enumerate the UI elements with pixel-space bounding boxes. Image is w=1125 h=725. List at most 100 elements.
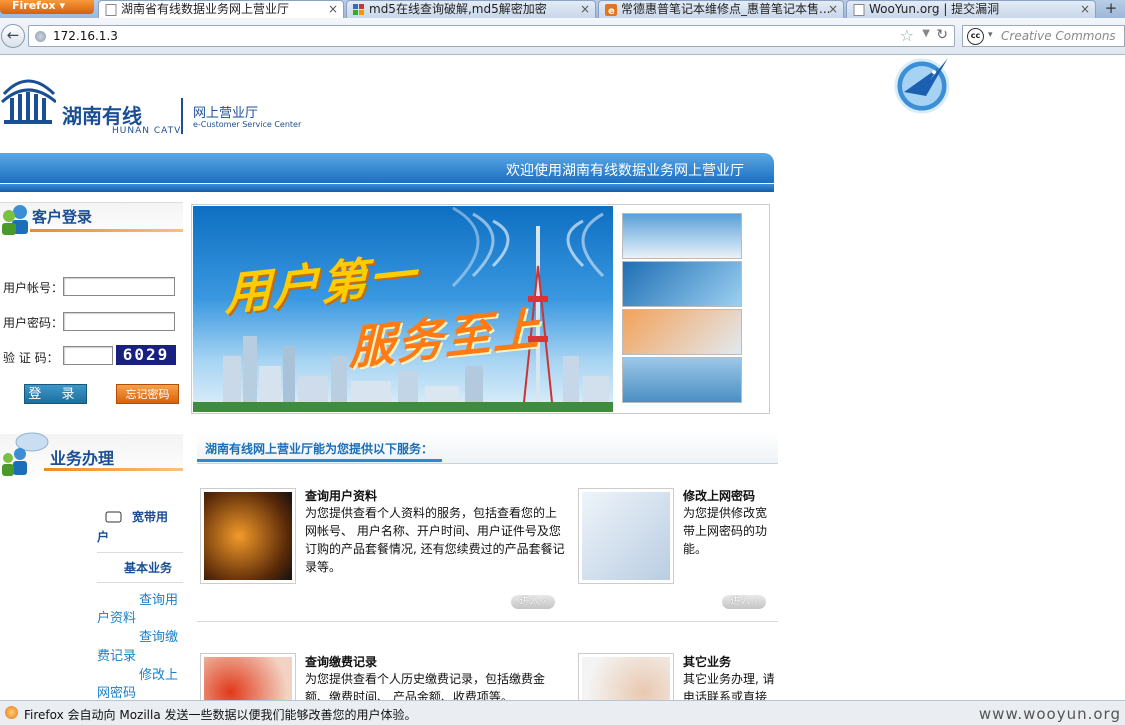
thumbnail-image[interactable] <box>622 309 742 355</box>
broadband-icon <box>105 511 122 524</box>
firefox-icon <box>5 706 18 719</box>
captcha-image[interactable]: 6029 <box>116 345 176 365</box>
business-title-underline <box>44 468 183 471</box>
services-divider <box>197 621 778 622</box>
service-title-user-info[interactable]: 查询用户资料 <box>305 487 377 504</box>
service-title-payment[interactable]: 查询缴费记录 <box>305 653 377 670</box>
welcome-band-strip <box>0 184 774 192</box>
firefox-menu-button[interactable]: Firefox ▾ <box>0 0 94 14</box>
link-query-user-info[interactable]: 查询用 <box>139 591 178 610</box>
grid-icon <box>353 4 365 16</box>
service-center-title-en: e-Customer Service Center <box>193 120 302 129</box>
welcome-text: 欢迎使用湖南有线数据业务网上营业厅 <box>506 163 744 179</box>
service-center-title: 网上营业厅 <box>193 106 259 121</box>
status-message: Firefox 会自动向 Mozilla 发送一些数据以便我们能够改善您的用户体… <box>24 708 417 722</box>
service-desc-user-info: 为您提供查看个人资料的服务，包括查看您的上网帐号、 用户名称、开户时间、用户证件… <box>305 506 565 574</box>
broadband-heading-wrap: 户 <box>97 530 110 544</box>
thumbnail-image[interactable] <box>622 213 742 259</box>
service-image-change-password <box>578 488 674 584</box>
url-bar[interactable]: 172.16.1.3 ☆ ▼ ↻ <box>28 25 955 47</box>
welcome-banner: 欢迎使用湖南有线数据业务网上营业厅 <box>0 153 774 196</box>
hunan-catv-logo <box>0 74 57 130</box>
broadband-heading: 宽带用 <box>132 510 169 524</box>
divider <box>97 582 183 583</box>
url-text[interactable]: 172.16.1.3 <box>53 29 118 43</box>
globe-icon <box>35 31 46 42</box>
tab-md5[interactable]: md5在线查询破解,md5解密加密 × <box>346 0 596 18</box>
header-divider <box>181 98 183 134</box>
bird-badge-icon <box>888 56 956 114</box>
ie-icon: e <box>605 4 617 17</box>
services-header-text: 湖南有线网上营业厅能为您提供以下服务： <box>205 442 434 456</box>
service-title-other[interactable]: 其它业务 <box>683 653 731 670</box>
bookmark-star-icon[interactable]: ☆ <box>900 26 914 45</box>
link-query-payment-wrap[interactable]: 费记录 <box>97 647 136 666</box>
service-image-other <box>578 653 674 700</box>
status-bar: Firefox 会自动向 Mozilla 发送一些数据以便我们能够改善您的用户体… <box>0 700 1125 725</box>
close-icon[interactable]: × <box>1080 1 1090 17</box>
brand-name-en: HUNAN CATV <box>112 126 182 136</box>
service-desc-change-password: 为您提供修改宽带上网密码的功能。 <box>683 506 768 556</box>
password-label: 用户密码： <box>3 316 64 330</box>
brand-name: 湖南有线 <box>62 104 142 128</box>
tab-strip: Firefox ▾ 湖南省有线数据业务网上营业厅 × md5在线查询破解,md5… <box>0 0 1125 18</box>
tab-hp-repair[interactable]: e 常德惠普笔记本维修点_惠普笔记本售... × <box>598 0 844 18</box>
reload-icon[interactable]: ↻ <box>936 27 948 43</box>
close-icon[interactable]: × <box>580 1 590 17</box>
firefox-menu-label: Firefox <box>12 0 56 12</box>
banner-thumbnails <box>622 213 742 405</box>
login-title: 客户登录 <box>32 208 93 226</box>
arrow-right-icon: › <box>753 596 758 607</box>
login-button[interactable]: 登 录 <box>24 384 87 404</box>
password-input[interactable] <box>63 312 175 331</box>
page-icon <box>105 4 117 16</box>
back-button[interactable]: ← <box>1 24 25 48</box>
business-title: 业务办理 <box>50 449 115 468</box>
service-image-user-info <box>200 488 296 584</box>
basic-business-heading: 基本业务 <box>124 561 173 575</box>
enter-label: 进入 <box>730 596 751 607</box>
page-content: 湖南有线 HUNAN CATV 网上营业厅 e-Customer Service… <box>0 56 1125 700</box>
captcha-input[interactable] <box>63 346 113 365</box>
users-icon <box>0 202 32 236</box>
tab-label: WooYun.org | 提交漏洞 <box>869 2 1000 16</box>
link-change-password[interactable]: 修改上 <box>139 666 178 685</box>
search-box[interactable]: cc ▾ Creative Commons <box>962 25 1125 47</box>
thumbnail-image[interactable] <box>622 357 742 403</box>
enter-button-change-password[interactable]: 进入 › <box>722 595 766 609</box>
close-icon[interactable]: × <box>828 1 838 17</box>
close-icon[interactable]: × <box>328 1 338 17</box>
history-dropdown-icon[interactable]: ▼ <box>922 28 930 39</box>
thumbnail-image[interactable] <box>622 261 742 307</box>
watermark: www.wooyun.org <box>978 705 1121 723</box>
service-desc-payment: 为您提供查看个人历史缴费记录，包括缴费金额、缴费时间、 产品金额、收费项等。 <box>305 672 546 700</box>
enter-button-user-info[interactable]: 进入 › <box>511 595 555 609</box>
services-header-underline <box>197 459 442 462</box>
promo-banner: 用户第一 服务至上 <box>191 204 770 414</box>
link-query-user-info-wrap[interactable]: 户资料 <box>97 609 136 628</box>
service-image-payment <box>200 653 296 700</box>
divider <box>97 552 183 553</box>
navigation-bar: ← 172.16.1.3 ☆ ▼ ↻ cc ▾ Creative Commons <box>0 18 1125 55</box>
link-change-password-wrap[interactable]: 网密码 <box>97 684 136 700</box>
tab-label: 湖南省有线数据业务网上营业厅 <box>121 2 290 16</box>
tab-hunan-catv[interactable]: 湖南省有线数据业务网上营业厅 × <box>98 0 344 18</box>
chat-users-icon <box>0 432 50 480</box>
tab-wooyun[interactable]: WooYun.org | 提交漏洞 × <box>846 0 1096 18</box>
login-title-underline <box>30 229 183 232</box>
arrow-left-icon: ← <box>6 26 20 44</box>
account-input[interactable] <box>63 277 175 296</box>
service-desc-other: 其它业务办理, 请电话联系或直接 <box>683 672 775 700</box>
forgot-password-button[interactable]: 忘记密码 <box>116 384 179 404</box>
chevron-down-icon[interactable]: ▾ <box>988 30 993 40</box>
creative-commons-icon[interactable]: cc <box>967 28 984 45</box>
new-tab-button[interactable]: + <box>1097 0 1125 18</box>
banner-main-image: 用户第一 服务至上 <box>193 206 613 412</box>
page-icon <box>853 4 865 16</box>
service-title-change-password[interactable]: 修改上网密码 <box>683 487 755 504</box>
chevron-down-icon: ▾ <box>59 0 65 12</box>
link-query-payment[interactable]: 查询缴 <box>139 628 178 647</box>
captcha-label: 验 证 码： <box>3 351 59 365</box>
services-header: 湖南有线网上营业厅能为您提供以下服务： <box>197 432 778 464</box>
search-input[interactable]: Creative Commons <box>1001 29 1116 43</box>
